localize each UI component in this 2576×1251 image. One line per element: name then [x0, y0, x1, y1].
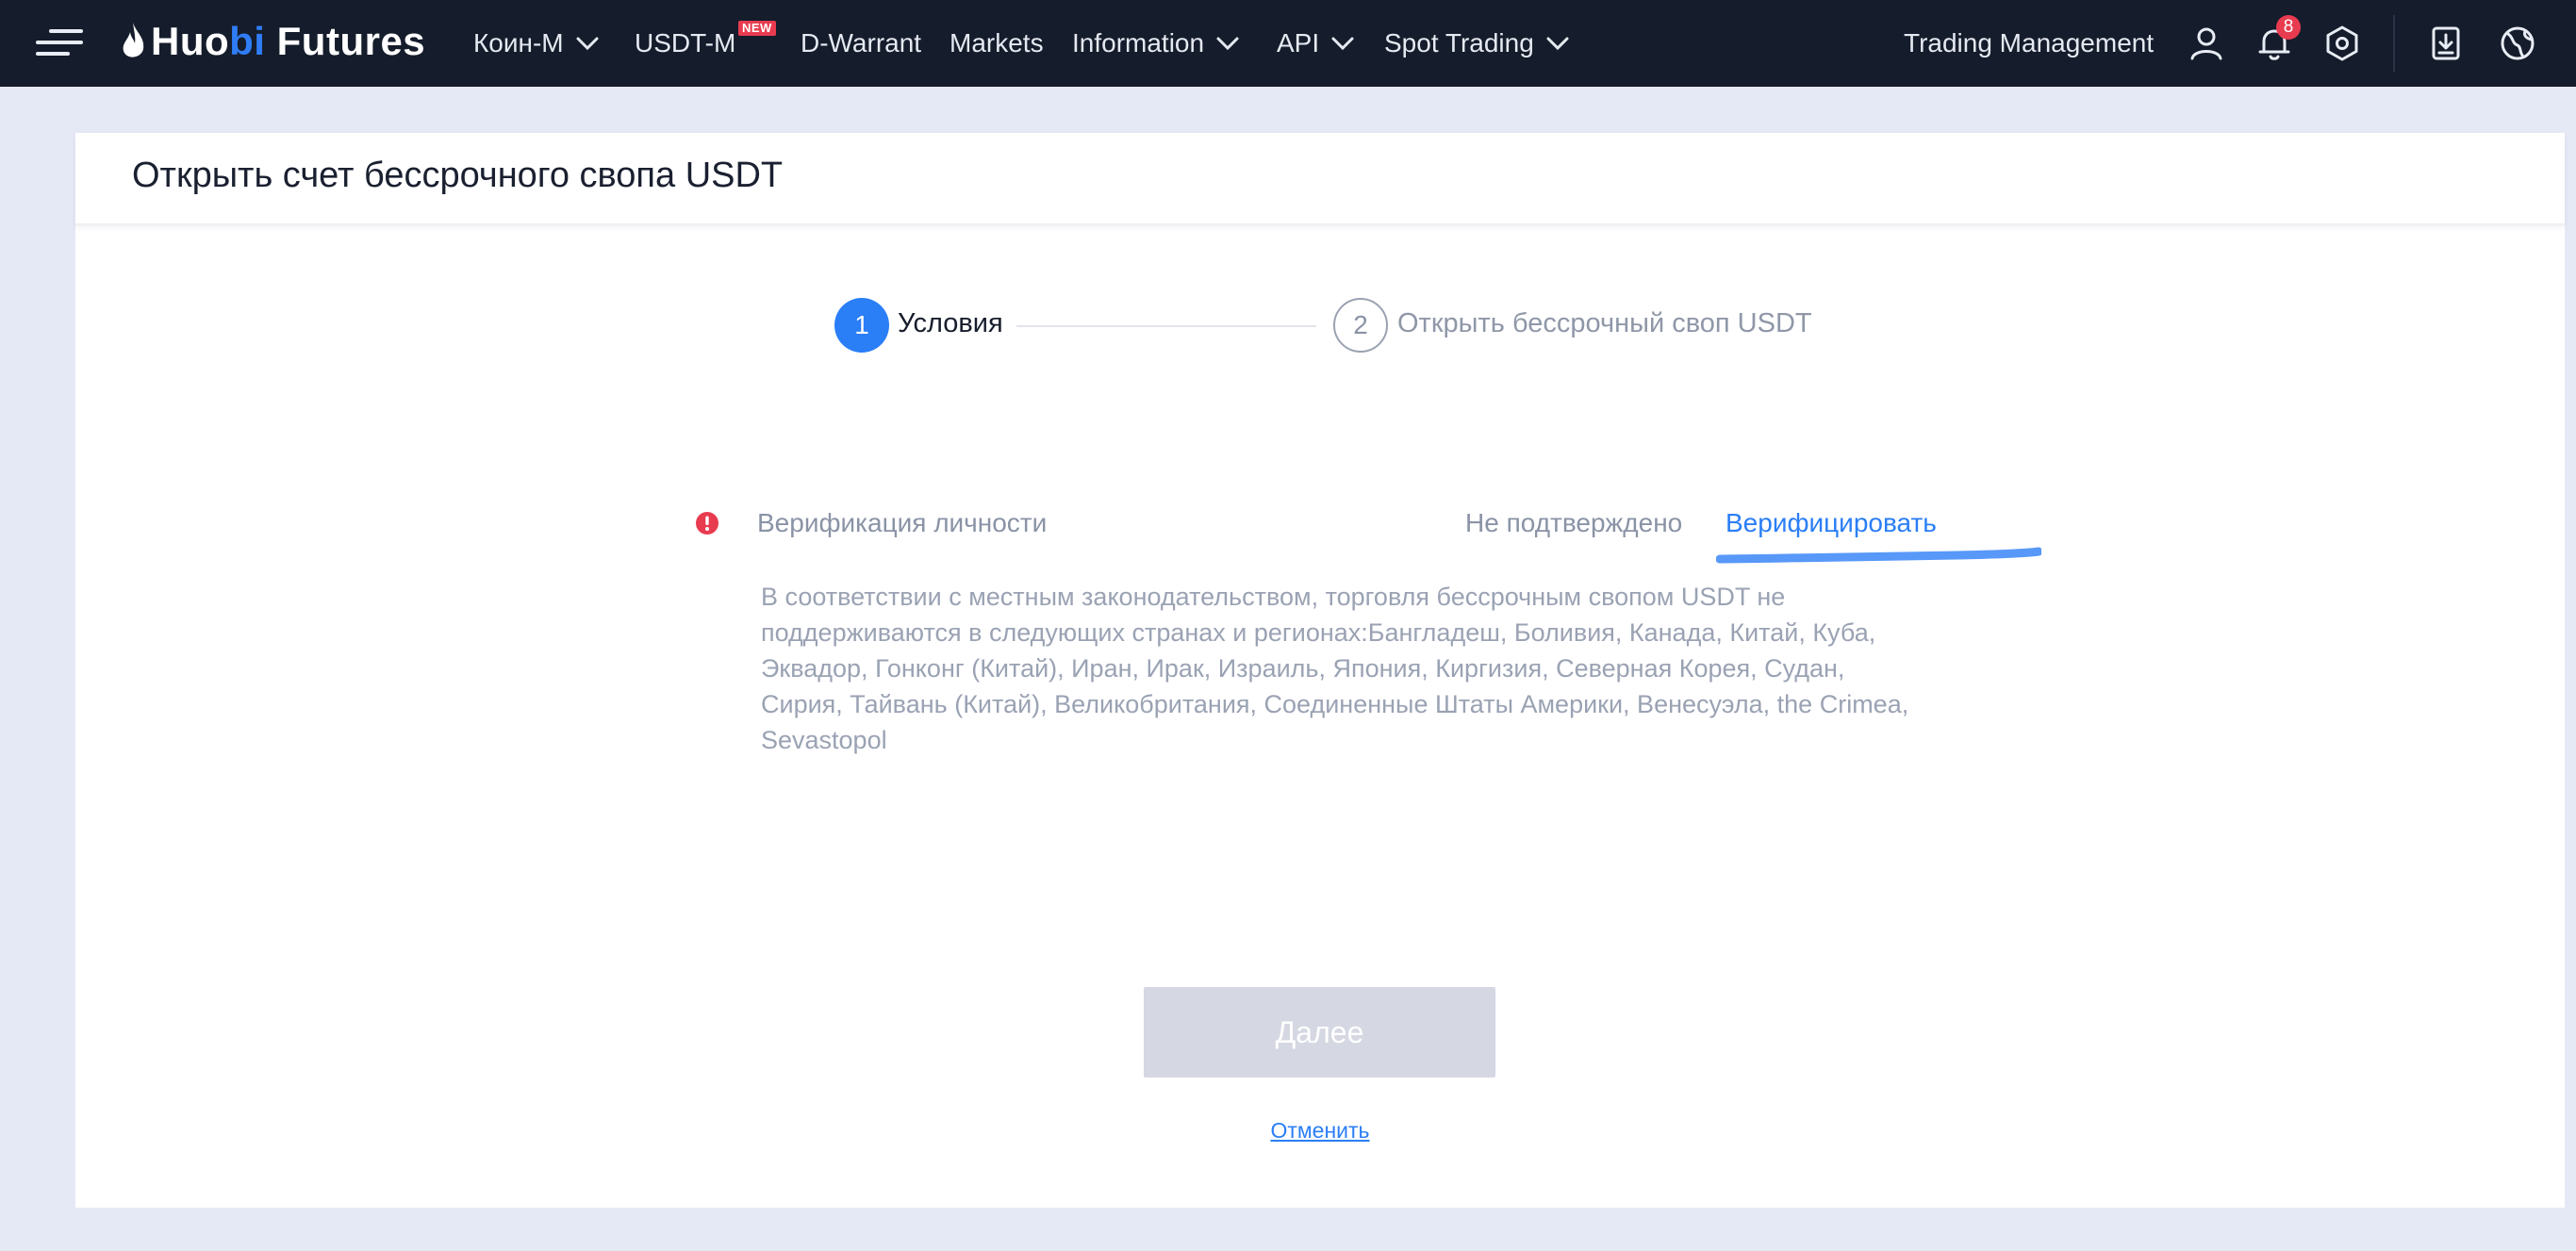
nav-api[interactable]: API — [1277, 0, 1355, 87]
restricted-regions-notice: В соответствии с местным законодательств… — [761, 583, 1909, 754]
nav-api-label: API — [1277, 28, 1320, 58]
chevron-down-icon — [1216, 37, 1239, 51]
main-card: Открыть счет бессрочного свопа USDT 1 Ус… — [75, 133, 2565, 1208]
nav-trading-management[interactable]: Trading Management — [1904, 0, 2154, 87]
menu-icon[interactable] — [34, 25, 87, 62]
nav-information-label: Information — [1072, 28, 1205, 58]
nav-usdt-m-label: USDT-M — [635, 28, 736, 58]
trading-management-label: Trading Management — [1904, 28, 2155, 58]
next-button[interactable]: Далее — [1144, 987, 1495, 1078]
new-badge: NEW — [738, 21, 776, 36]
step-1-indicator: 1 — [834, 298, 889, 353]
step-2-label: Открыть бессрочный своп USDT — [1397, 308, 1812, 338]
page-title: Открыть счет бессрочного свопа USDT — [132, 156, 784, 195]
step-2-indicator: 2 — [1333, 298, 1388, 353]
verification-status: Не подтверждено — [1465, 508, 1683, 537]
top-navbar: Huobi Futures Коин-М USDT-M NEW D-Warran… — [0, 0, 2576, 87]
nav-coin-m-label: Коин-М — [473, 28, 564, 58]
user-icon[interactable] — [2186, 23, 2227, 64]
chevron-down-icon — [1546, 37, 1569, 51]
chevron-down-icon — [576, 37, 599, 51]
cancel-link[interactable]: Отменить — [1216, 1118, 1424, 1144]
nav-markets-label: Markets — [949, 28, 1044, 58]
card-header: Открыть счет бессрочного свопа USDT — [75, 133, 2565, 225]
nav-spot-trading[interactable]: Spot Trading — [1384, 0, 1570, 87]
navbar-divider — [2393, 15, 2395, 72]
nav-markets[interactable]: Markets — [949, 0, 1044, 87]
settings-hex-icon[interactable] — [2321, 23, 2363, 64]
logo-text: Huobi Futures — [151, 19, 426, 63]
verify-link[interactable]: Верифицировать — [1726, 508, 1937, 538]
download-icon[interactable] — [2425, 23, 2467, 64]
step-1-label: Условия — [898, 308, 1003, 338]
nav-information[interactable]: Information — [1072, 0, 1240, 87]
nav-spot-trading-label: Spot Trading — [1384, 28, 1534, 58]
huobi-futures-logo[interactable]: Huobi Futures — [119, 15, 425, 68]
nav-d-warrant-label: D-Warrant — [801, 28, 922, 58]
globe-icon[interactable] — [2497, 23, 2538, 64]
notification-count-badge: 8 — [2276, 15, 2301, 40]
identity-verification-label: Верификация личности — [757, 508, 1048, 537]
verify-highlight-underline — [1716, 547, 2041, 564]
step-connector — [1016, 325, 1316, 327]
nav-usdt-m[interactable]: USDT-M — [635, 0, 735, 87]
chevron-down-icon — [1331, 37, 1354, 51]
warning-icon — [696, 512, 718, 535]
nav-coin-m[interactable]: Коин-М — [473, 0, 600, 87]
nav-d-warrant[interactable]: D-Warrant — [801, 0, 921, 87]
huobi-flame-icon — [123, 23, 144, 58]
